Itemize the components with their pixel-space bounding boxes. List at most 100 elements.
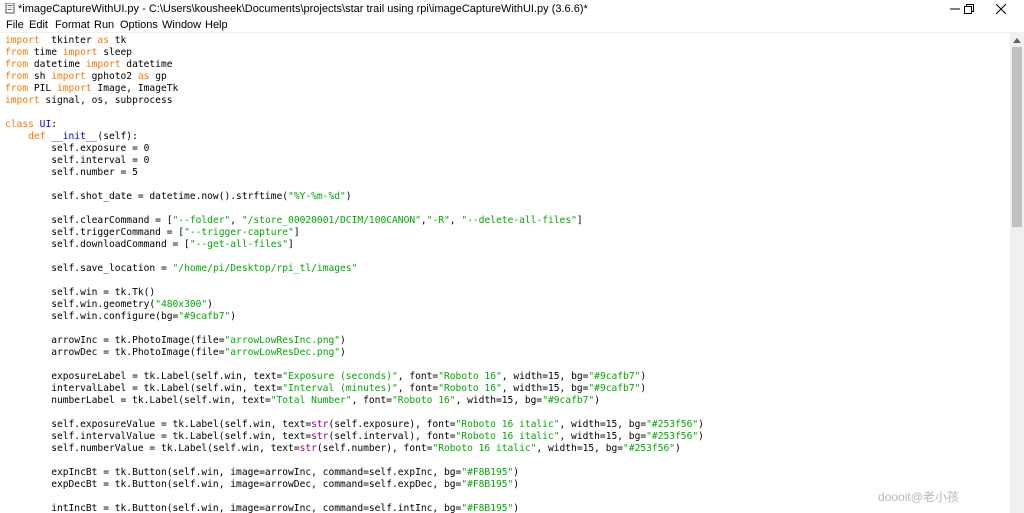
menu-file[interactable]: File: [6, 18, 24, 32]
code-line: import signal, os, subprocess: [5, 95, 173, 107]
code-token: , width=15, bg=: [501, 371, 589, 382]
code-token: "Roboto 16": [438, 371, 502, 382]
code-line: self.exposureValue = tk.Label(self.win, …: [5, 419, 704, 431]
code-token: ): [207, 299, 213, 310]
code-line: self.win.geometry("480x300"): [5, 299, 213, 311]
code-line: self.shot_date = datetime.now().strftime…: [5, 191, 352, 203]
code-line: import tkinter as tk: [5, 35, 126, 47]
menu-window[interactable]: Window: [162, 18, 201, 32]
code-line: class UI:: [5, 119, 57, 131]
code-line: self.intervalValue = tk.Label(self.win, …: [5, 431, 704, 443]
code-token: "#9cafb7": [542, 395, 595, 406]
code-token: "%Y-%m-%d": [288, 191, 346, 202]
code-token: "#253f56": [646, 419, 699, 430]
code-token: (self):: [97, 131, 138, 142]
code-line: self.exposure = 0: [5, 143, 149, 155]
code-token: "#253f56": [646, 431, 699, 442]
code-token: "480x300": [155, 299, 208, 310]
code-token: self.interval = 0: [5, 155, 150, 166]
code-token: "#9cafb7": [178, 311, 231, 322]
code-token: self.win.geometry(: [5, 299, 156, 310]
code-line: self.numberValue = tk.Label(self.win, te…: [5, 443, 681, 455]
code-token: as: [137, 71, 150, 82]
code-line: from sh import gphoto2 as gp: [5, 71, 167, 83]
code-token: class: [5, 119, 34, 130]
code-token: self.shot_date = datetime.now().strftime…: [5, 191, 289, 202]
code-token: str: [311, 419, 329, 430]
menu-help[interactable]: Help: [205, 18, 228, 32]
code-token: __init__: [45, 131, 98, 142]
scrollbar-thumb[interactable]: [1012, 47, 1022, 227]
code-token: ): [513, 479, 520, 490]
code-token: from: [5, 47, 29, 58]
title-bar: *imageCaptureWithUI.py - C:\Users\koushe…: [0, 0, 1024, 18]
code-token: tkinter: [39, 35, 98, 46]
code-token: numberLabel = tk.Label(self.win, text=: [5, 395, 271, 406]
code-token: import: [5, 95, 40, 106]
code-token: "Exposure (seconds)": [282, 371, 398, 382]
code-token: , width=15, bg=: [559, 419, 647, 430]
code-token: "--delete-all-files": [461, 215, 577, 226]
code-token: from: [5, 83, 29, 94]
code-token: ): [513, 467, 520, 478]
code-token: self.win.configure(bg=: [5, 311, 179, 322]
scroll-up-button[interactable]: [1010, 33, 1024, 47]
code-token: PIL: [28, 83, 57, 94]
code-token: "#253f56": [623, 443, 676, 454]
code-line: arrowInc = tk.PhotoImage(file="arrowLowR…: [5, 335, 346, 347]
code-token: "#F8B195": [461, 479, 514, 490]
code-token: from: [5, 71, 29, 82]
code-token: ): [340, 335, 346, 346]
code-token: , font=: [397, 383, 439, 394]
code-token: "Roboto 16": [438, 383, 502, 394]
code-line: self.win = tk.Tk(): [5, 287, 155, 299]
code-token: gphoto2: [85, 71, 138, 82]
code-token: arrowDec = tk.PhotoImage(file=: [5, 347, 225, 358]
code-line: self.clearCommand = ["--folder", "/store…: [5, 215, 582, 227]
code-token: ): [640, 383, 647, 394]
code-token: import: [51, 71, 86, 82]
code-token: , font=: [351, 395, 393, 406]
code-line: expDecBt = tk.Button(self.win, image=arr…: [5, 479, 519, 491]
code-line: self.save_location = "/home/pi/Desktop/r…: [5, 263, 357, 275]
code-token: self.save_location =: [5, 263, 173, 274]
code-token: "#9cafb7": [588, 383, 641, 394]
code-token: "Interval (minutes)": [282, 383, 398, 394]
code-token: self.clearCommand = [: [5, 215, 173, 226]
code-line: self.win.configure(bg="#9cafb7"): [5, 311, 236, 323]
code-token: "--folder": [172, 215, 231, 226]
close-button[interactable]: [978, 0, 1024, 18]
code-token: ): [345, 191, 352, 202]
code-token: self.exposure = 0: [5, 143, 150, 154]
code-token: expIncBt = tk.Button(self.win, image=arr…: [5, 467, 462, 478]
code-token: ]: [293, 227, 300, 238]
code-token: "arrowLowResInc.png": [224, 335, 341, 346]
code-line: numberLabel = tk.Label(self.win, text="T…: [5, 395, 600, 407]
code-token: gp: [149, 71, 167, 82]
menu-format[interactable]: Format: [55, 18, 90, 32]
menu-bar: File Edit Format Run Options Window Help: [0, 18, 1024, 33]
code-token: , width=15, bg=: [501, 383, 589, 394]
code-token: ,: [449, 215, 462, 226]
menu-edit[interactable]: Edit: [29, 18, 48, 32]
code-line: arrowDec = tk.PhotoImage(file="arrowLowR…: [5, 347, 346, 359]
code-token: intIncBt = tk.Button(self.win, image=arr…: [5, 503, 462, 513]
code-token: time: [28, 47, 63, 58]
code-token: datetime: [28, 59, 86, 70]
code-line: intIncBt = tk.Button(self.win, image=arr…: [5, 503, 519, 513]
code-token: ): [698, 431, 704, 442]
vertical-scrollbar[interactable]: [1010, 33, 1024, 513]
code-token: "-R": [426, 215, 450, 226]
code-token: "#F8B195": [461, 503, 514, 513]
code-editor[interactable]: import tkinter as tk from time import sle…: [0, 33, 1010, 513]
code-token: , width=15, bg=: [559, 431, 647, 442]
code-token: self.win = tk.Tk(): [5, 287, 156, 298]
code-token: "--trigger-capture": [184, 227, 294, 238]
code-token: UI: [33, 119, 52, 130]
code-token: "Roboto 16 italic": [455, 431, 560, 442]
menu-run[interactable]: Run: [94, 18, 114, 32]
code-token: "Roboto 16 italic": [455, 419, 560, 430]
code-token: from: [5, 59, 29, 70]
menu-options[interactable]: Options: [120, 18, 158, 32]
code-token: "/store_00020001/DCIM/100CANON": [241, 215, 421, 226]
